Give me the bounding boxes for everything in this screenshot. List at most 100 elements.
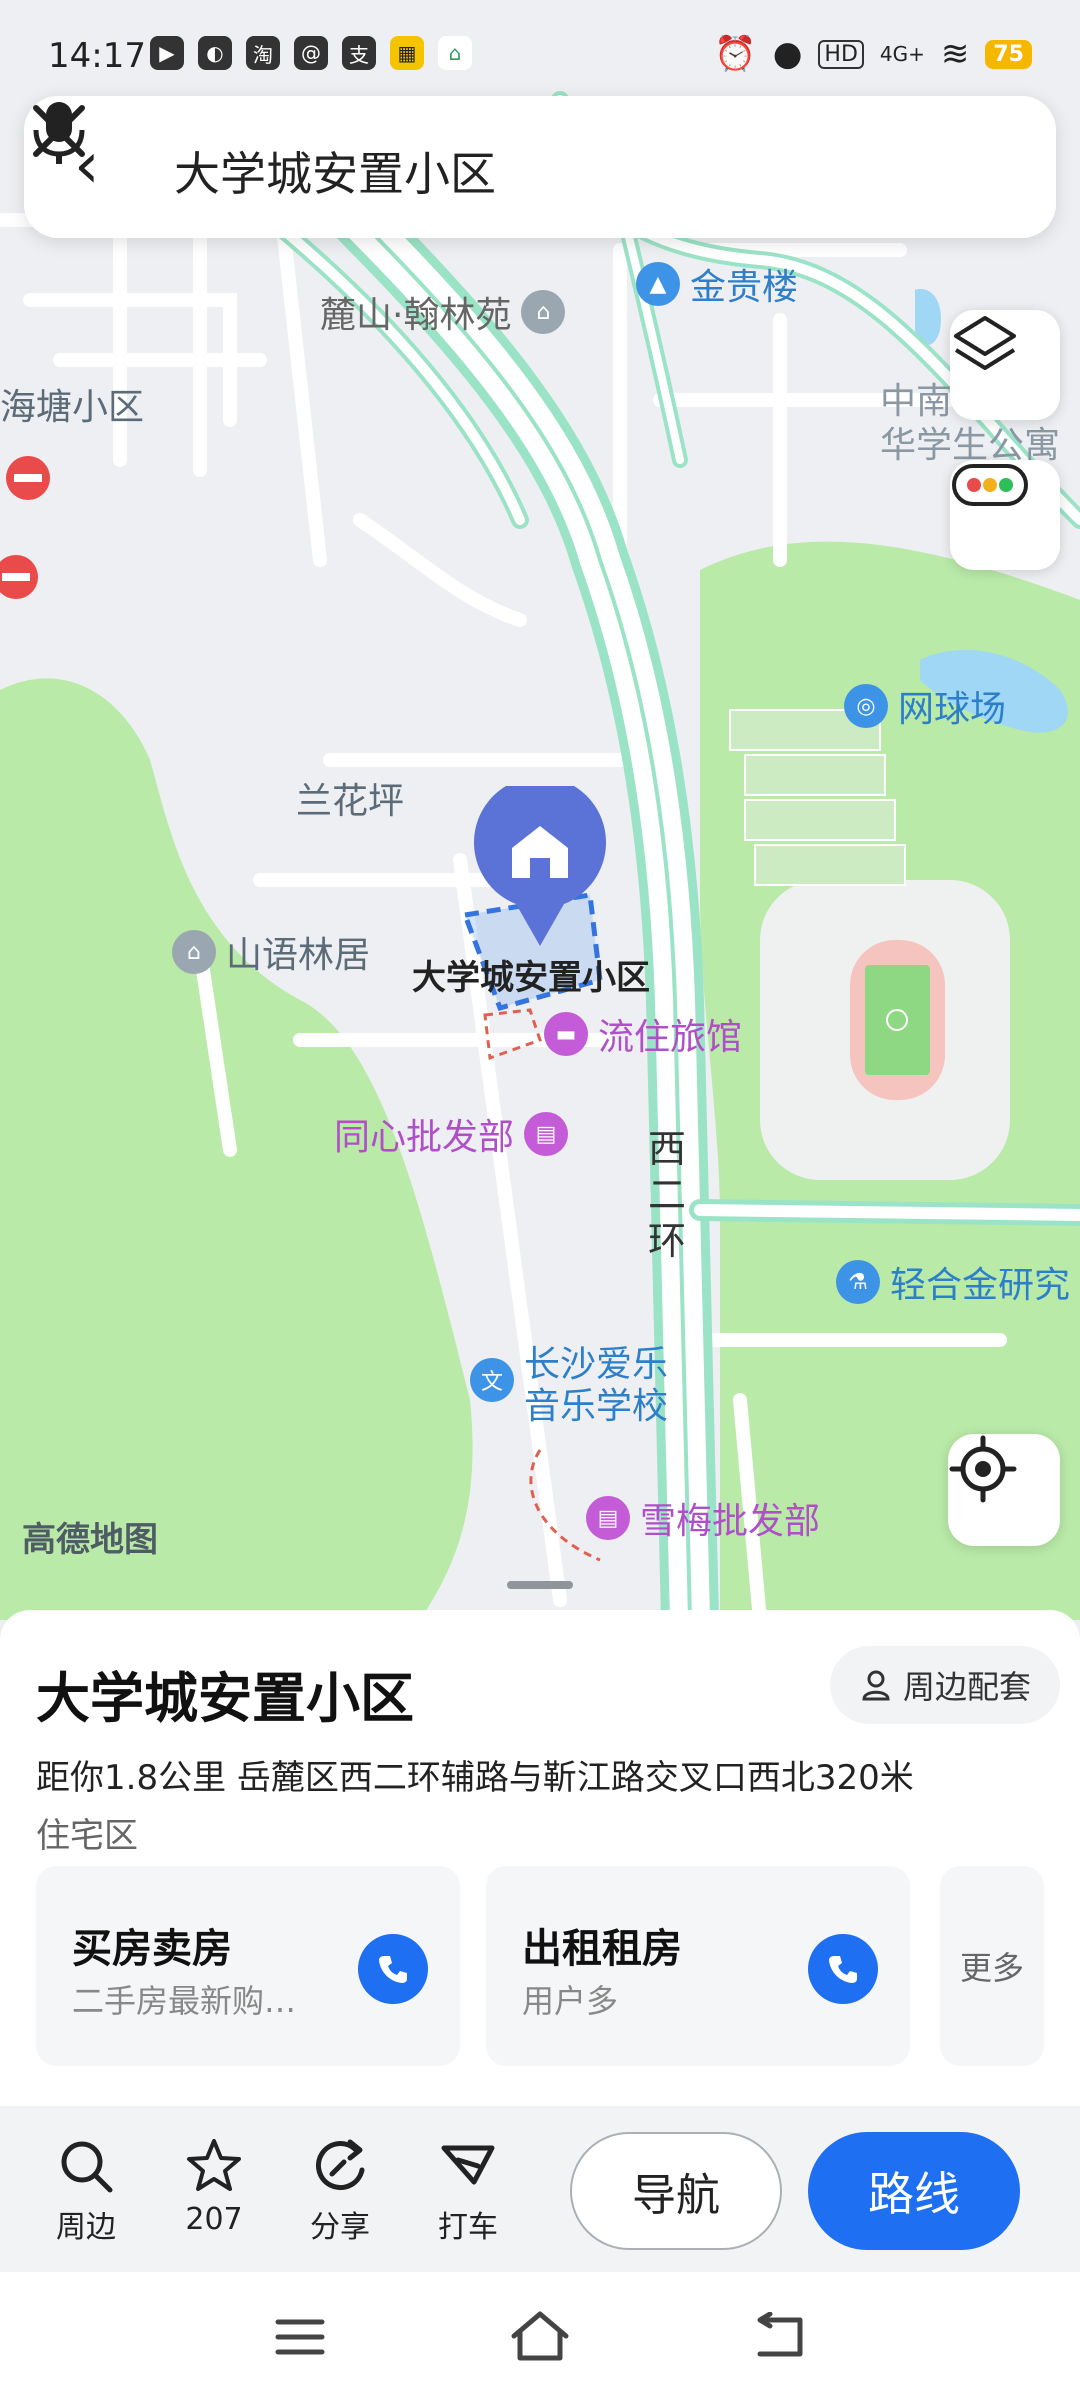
poi-shanyu-label: 山语林居 — [226, 935, 371, 976]
system-indicators: ⏰ ● HD 4G+ ≋ 75 — [714, 34, 1032, 74]
shopping-cart-icon: ▤ — [586, 1496, 630, 1540]
more-services-button[interactable]: 更多 — [940, 1866, 1044, 2066]
poi-liuzhu[interactable]: ▬ 流住旅馆 — [544, 1008, 742, 1060]
taxi-label: 打车 — [438, 2210, 498, 2245]
more-label: 更多 — [959, 1949, 1024, 1987]
my-location-button[interactable] — [948, 1434, 1060, 1546]
share-icon — [315, 2139, 365, 2191]
hotel-icon: ▬ — [544, 1012, 588, 1056]
crosshair-icon — [949, 1435, 1017, 1503]
phone-call-button[interactable] — [808, 1934, 878, 2004]
poi-jingui[interactable]: ▲ 金贵楼 — [636, 258, 798, 310]
alarm-icon: ⏰ — [714, 34, 757, 74]
share-label: 分享 — [310, 2210, 370, 2245]
location-icon: ● — [772, 34, 803, 74]
nearby-search-button[interactable]: 周边 — [36, 2136, 136, 2246]
phone-icon — [829, 1956, 857, 1983]
share-button[interactable]: 分享 — [290, 2136, 390, 2246]
label-xierhuan: 西二环 — [648, 1127, 687, 1263]
menu-icon[interactable] — [270, 2312, 330, 2362]
action-bar: 周边 207 分享 打车 导航 路线 — [0, 2106, 1080, 2272]
nearby-facilities-label: 周边配套 — [902, 1668, 1031, 1706]
chat-icon: @ — [294, 36, 328, 70]
play-icon: ▶ — [150, 36, 184, 70]
poi-xuemei[interactable]: ▤ 雪梅批发部 — [586, 1492, 820, 1544]
building-icon: ▲ — [636, 262, 680, 306]
home-app-icon: ⌂ — [438, 36, 472, 70]
poi-wangqiu[interactable]: ◎ 网球场 — [844, 680, 1006, 732]
back-icon[interactable] — [750, 2312, 810, 2362]
place-category: 住宅区 — [36, 1816, 138, 1856]
phone-call-button[interactable] — [358, 1934, 428, 2004]
poi-liuzhu-label: 流住旅馆 — [598, 1017, 743, 1058]
hd-label: HD — [818, 39, 864, 69]
poi-aile-label-1: 长沙爱乐 — [524, 1344, 669, 1385]
poi-lushan-label: 麓山·翰林苑 — [320, 295, 512, 336]
map-view[interactable]: 14:17 ▶ ◐ 淘 @ 支 ▦ ⌂ ⏰ ● HD 4G+ ≋ 75 ‹ 大学… — [0, 0, 1080, 1620]
lab-flask-icon: ⚗ — [836, 1260, 880, 1304]
residence-icon: ⌂ — [521, 290, 566, 334]
traffic-toggle-button[interactable] — [950, 460, 1060, 570]
traffic-light-icon — [952, 464, 1028, 506]
taobao-icon: 淘 — [246, 36, 280, 70]
notification-icons: ▶ ◐ 淘 @ 支 ▦ ⌂ — [150, 36, 472, 70]
app-icon: ▦ — [390, 36, 424, 70]
shopping-cart-icon: ▤ — [524, 1112, 569, 1156]
card-subtitle: 二手房最新购… — [72, 1982, 297, 2020]
search-bar[interactable]: ‹ 大学城安置小区 — [24, 96, 1056, 238]
navigate-label: 导航 — [632, 2170, 720, 2221]
favorite-button[interactable]: 207 — [164, 2136, 264, 2237]
home-icon[interactable] — [508, 2308, 572, 2364]
battery-level: 75 — [985, 39, 1032, 69]
compass-icon: ◐ — [198, 36, 232, 70]
service-card-rent[interactable]: 出租租房 用户多 — [486, 1866, 910, 2066]
alipay-icon: 支 — [342, 36, 376, 70]
label-haitang: 海塘小区 — [0, 387, 145, 428]
poi-tongxin-label: 同心批发部 — [334, 1117, 515, 1158]
star-icon — [187, 2139, 241, 2191]
target-location-pin-icon[interactable] — [470, 786, 610, 946]
poi-lushan[interactable]: 麓山·翰林苑 ⌂ — [320, 286, 566, 338]
tennis-icon: ◎ — [844, 684, 888, 728]
status-time: 14:17 — [48, 36, 146, 76]
poi-jingui-label: 金贵楼 — [690, 267, 799, 308]
residence-icon: ⌂ — [172, 930, 216, 974]
poi-shanyu[interactable]: ⌂ 山语林居 — [172, 926, 370, 978]
sheet-drag-handle[interactable] — [507, 1581, 573, 1589]
poi-tongxin[interactable]: 同心批发部 ▤ — [334, 1108, 569, 1160]
layers-icon — [954, 316, 1016, 370]
card-subtitle: 用户多 — [522, 1982, 619, 2020]
search-query[interactable]: 大学城安置小区 — [174, 138, 496, 204]
map-layers-button[interactable] — [950, 310, 1060, 420]
label-target: 大学城安置小区 — [412, 958, 650, 998]
network-label: 4G+ — [879, 42, 925, 66]
wifi-icon: ≋ — [940, 34, 970, 74]
favorite-count: 207 — [185, 2202, 243, 2237]
place-title: 大学城安置小区 — [36, 1667, 414, 1730]
route-button[interactable]: 路线 — [808, 2132, 1020, 2250]
status-bar: 14:17 ▶ ◐ 淘 @ 支 ▦ ⌂ ⏰ ● HD 4G+ ≋ 75 — [0, 0, 1080, 110]
map-watermark: 高德地图 — [22, 1520, 158, 1560]
phone-icon — [379, 1956, 407, 1983]
poi-aile[interactable]: 文 长沙爱乐 音乐学校 — [470, 1344, 668, 1428]
card-title: 出租租房 — [522, 1926, 682, 1972]
service-card-buy-sell[interactable]: 买房卖房 二手房最新购… — [36, 1866, 460, 2066]
poi-qinghejin[interactable]: ⚗ 轻合金研究 — [836, 1256, 1070, 1308]
poi-xuemei-label: 雪梅批发部 — [640, 1501, 821, 1542]
card-title: 买房卖房 — [72, 1926, 232, 1972]
poi-aile-label-2: 音乐学校 — [524, 1386, 669, 1427]
search-icon — [61, 2141, 113, 2193]
poi-qinghejin-label: 轻合金研究 — [890, 1265, 1071, 1306]
navigate-button[interactable]: 导航 — [570, 2132, 782, 2250]
nearby-facilities-button[interactable]: 周边配套 — [830, 1646, 1060, 1724]
place-address: 距你1.8公里 岳麓区西二环辅路与靳江路交叉口西北320米 — [36, 1758, 914, 1798]
route-label: 路线 — [868, 2167, 960, 2221]
taxi-flag-icon — [441, 2145, 495, 2185]
system-navigation-bar — [0, 2272, 1080, 2400]
nearby-label: 周边 — [56, 2210, 116, 2245]
school-icon: 文 — [470, 1358, 514, 1402]
person-pin-icon — [862, 1670, 890, 1701]
taxi-button[interactable]: 打车 — [418, 2136, 518, 2246]
label-lanhuaping: 兰花坪 — [296, 781, 405, 822]
close-icon[interactable] — [24, 96, 94, 166]
